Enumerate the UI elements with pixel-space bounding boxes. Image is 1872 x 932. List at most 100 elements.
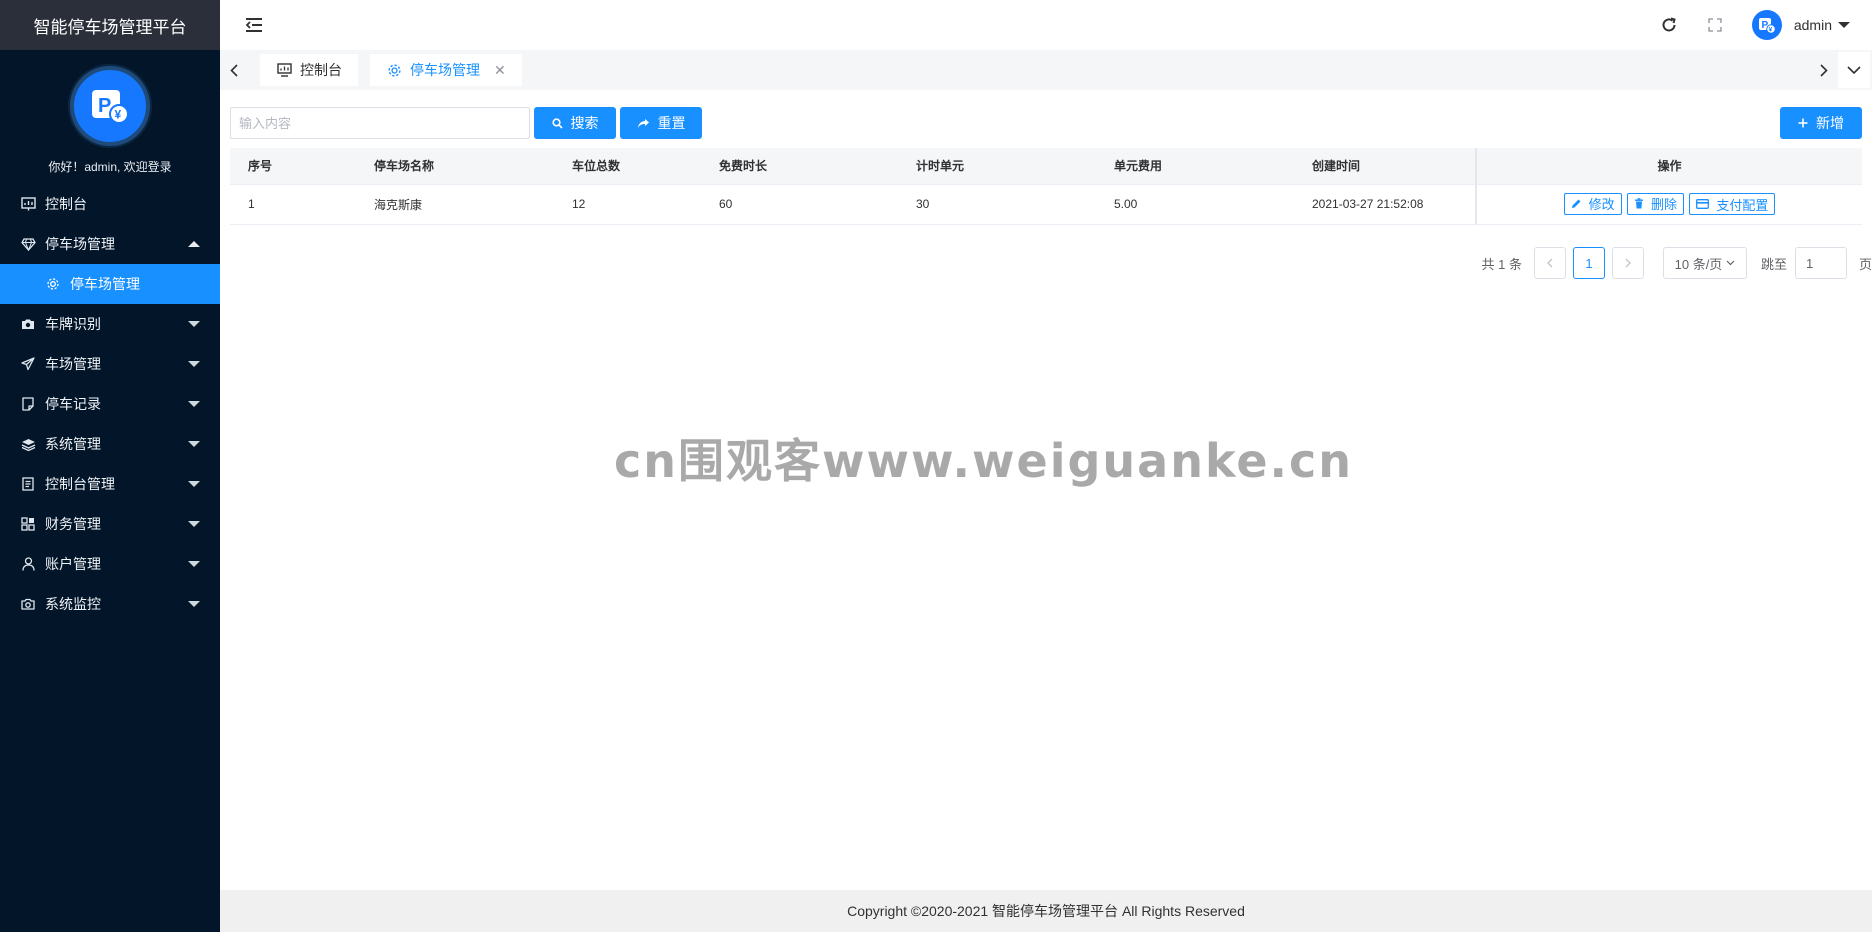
- sidebar-item-account-management[interactable]: 账户管理: [0, 544, 220, 584]
- pay-config-button[interactable]: 支付配置: [1689, 193, 1776, 216]
- delete-button[interactable]: 删除: [1626, 192, 1684, 215]
- cell-time-unit: 30: [898, 184, 1096, 225]
- chevron-down-icon: [188, 401, 200, 407]
- dashboard-icon: [20, 196, 36, 212]
- welcome-text: 你好！admin, 欢迎登录: [48, 160, 172, 174]
- top-header: P ¥ admin: [220, 0, 1872, 50]
- sidebar-item-label: 停车场管理: [70, 276, 140, 292]
- sidebar-item-label: 停车场管理: [45, 236, 115, 252]
- add-button[interactable]: 新增: [1780, 107, 1862, 139]
- pagination-total: 共 1 条: [1481, 256, 1522, 272]
- camera-icon: [20, 316, 36, 332]
- tab-label: 停车场管理: [410, 62, 480, 78]
- edit-button[interactable]: 修改: [1563, 192, 1622, 215]
- add-button-label: 新增: [1816, 115, 1844, 131]
- chevron-down-icon: [188, 601, 200, 607]
- sidebar-item-label: 车牌识别: [45, 316, 101, 332]
- sidebar-item-plate-recognition[interactable]: 车牌识别: [0, 304, 220, 344]
- sidebar-item-label: 账户管理: [45, 556, 101, 572]
- sidebar-item-system-management[interactable]: 系统管理: [0, 424, 220, 464]
- sidebar-item-dashboard[interactable]: 控制台: [0, 184, 220, 224]
- cell-total-spaces: 12: [554, 184, 701, 225]
- search-button[interactable]: 搜索: [534, 107, 616, 139]
- menu-toggle-icon[interactable]: [244, 15, 264, 35]
- page-size-select[interactable]: 10 条/页: [1662, 247, 1747, 279]
- sidebar-item-label: 停车记录: [45, 396, 101, 412]
- gear-icon: [386, 62, 402, 78]
- header-actions: P ¥ admin: [1660, 0, 1872, 50]
- column-header: 免费时长: [701, 148, 898, 185]
- column-header: 单元费用: [1096, 148, 1294, 185]
- chevron-down-icon: [188, 481, 200, 487]
- reset-button-label: 重置: [657, 115, 686, 131]
- tabs-scroll-right-icon[interactable]: [1810, 50, 1838, 90]
- chevron-down-icon: [1726, 260, 1735, 266]
- chevron-down-icon: [188, 561, 200, 567]
- plus-icon: [1798, 118, 1808, 128]
- chevron-down-icon: [188, 361, 200, 367]
- refresh-icon[interactable]: [1660, 16, 1678, 34]
- sidebar-subitem-parking-management[interactable]: 停车场管理: [0, 264, 220, 304]
- column-header: 操作: [1475, 148, 1862, 185]
- search-input[interactable]: [230, 107, 530, 139]
- sidebar-item-parking-records[interactable]: 停车记录: [0, 384, 220, 424]
- avatar: P ¥: [70, 66, 150, 146]
- page-size-value: 10 条/页: [1674, 256, 1723, 272]
- column-header: 序号: [230, 148, 356, 185]
- next-page-button[interactable]: [1611, 247, 1644, 279]
- prev-page-button[interactable]: [1533, 247, 1566, 279]
- sidebar-item-console-management[interactable]: 控制台管理: [0, 464, 220, 504]
- tab-parking-management[interactable]: 停车场管理 ✕: [370, 54, 522, 86]
- chevron-down-icon: [188, 521, 200, 527]
- gear-icon: [45, 276, 61, 292]
- sidebar-item-label: 系统管理: [45, 436, 101, 452]
- jump-page-input[interactable]: [1794, 247, 1847, 279]
- username-label[interactable]: admin: [1794, 17, 1832, 33]
- sidebar-item-finance-management[interactable]: 财务管理: [0, 504, 220, 544]
- app-title: 智能停车场管理平台: [0, 0, 220, 50]
- user-icon: [20, 556, 36, 572]
- sidebar-item-label: 财务管理: [45, 516, 101, 532]
- share-arrow-icon: [637, 118, 650, 129]
- tabs-bar: 控制台 停车场管理 ✕: [220, 50, 1872, 90]
- cell-index: 1: [230, 184, 356, 225]
- sidebar-item-label: 控制台管理: [45, 476, 115, 492]
- column-header: 创建时间: [1294, 148, 1476, 185]
- diamond-icon: [20, 236, 36, 252]
- fullscreen-icon[interactable]: [1706, 16, 1724, 34]
- chevron-down-icon: [188, 441, 200, 447]
- sidebar-item-label: 系统监控: [45, 596, 101, 612]
- cell-name: 海克斯康: [356, 184, 554, 225]
- close-icon[interactable]: ✕: [494, 62, 506, 79]
- credit-card-icon: [1696, 199, 1710, 210]
- user-avatar[interactable]: P ¥: [1751, 10, 1782, 40]
- sidebar-item-label: 控制台: [45, 196, 87, 212]
- tab-dashboard[interactable]: 控制台: [260, 54, 358, 86]
- caret-down-icon[interactable]: [1838, 22, 1850, 28]
- cell-unit-fee: 5.00: [1096, 184, 1294, 225]
- watermark: cn围观客www.weiguanke.cn: [614, 434, 1354, 488]
- search-icon: [551, 117, 563, 129]
- tabs-scroll-left-icon[interactable]: [220, 50, 248, 90]
- tabs-dropdown-icon[interactable]: [1838, 52, 1870, 88]
- tabs-right-controls: [1810, 50, 1872, 90]
- cell-created: 2021-03-27 21:52:08: [1294, 184, 1476, 225]
- footer: Copyright ©2020-2021 智能停车场管理平台 All Right…: [220, 890, 1872, 932]
- column-header: 停车场名称: [356, 148, 554, 185]
- page-suffix-label: 页: [1858, 256, 1872, 272]
- pencil-icon: [1571, 198, 1582, 209]
- note-icon: [20, 396, 36, 412]
- sidebar-item-parking-management[interactable]: 停车场管理: [0, 224, 220, 264]
- sidebar: 智能停车场管理平台 P ¥ 你好！admin, 欢迎登录 控制台 停车场管理 停…: [0, 0, 220, 932]
- page-number-button[interactable]: 1: [1572, 247, 1605, 279]
- sidebar-item-system-monitor[interactable]: 系统监控: [0, 584, 220, 624]
- reset-button[interactable]: 重置: [620, 107, 702, 139]
- sidebar-item-lot-management[interactable]: 车场管理: [0, 344, 220, 384]
- table-row: 1 海克斯康 12 60 30 5.00 2021-03-27 21:52:08…: [230, 184, 1862, 225]
- toolbar: 搜索 重置 新增: [230, 107, 1862, 139]
- sidebar-menu: 控制台 停车场管理 停车场管理 车牌识别 车场管理 停车记录 系统管理 控制台管…: [0, 184, 220, 624]
- sidebar-item-label: 车场管理: [45, 356, 101, 372]
- layers-icon: [20, 436, 36, 452]
- grid-icon: [20, 516, 36, 532]
- monitor-icon: [276, 62, 292, 78]
